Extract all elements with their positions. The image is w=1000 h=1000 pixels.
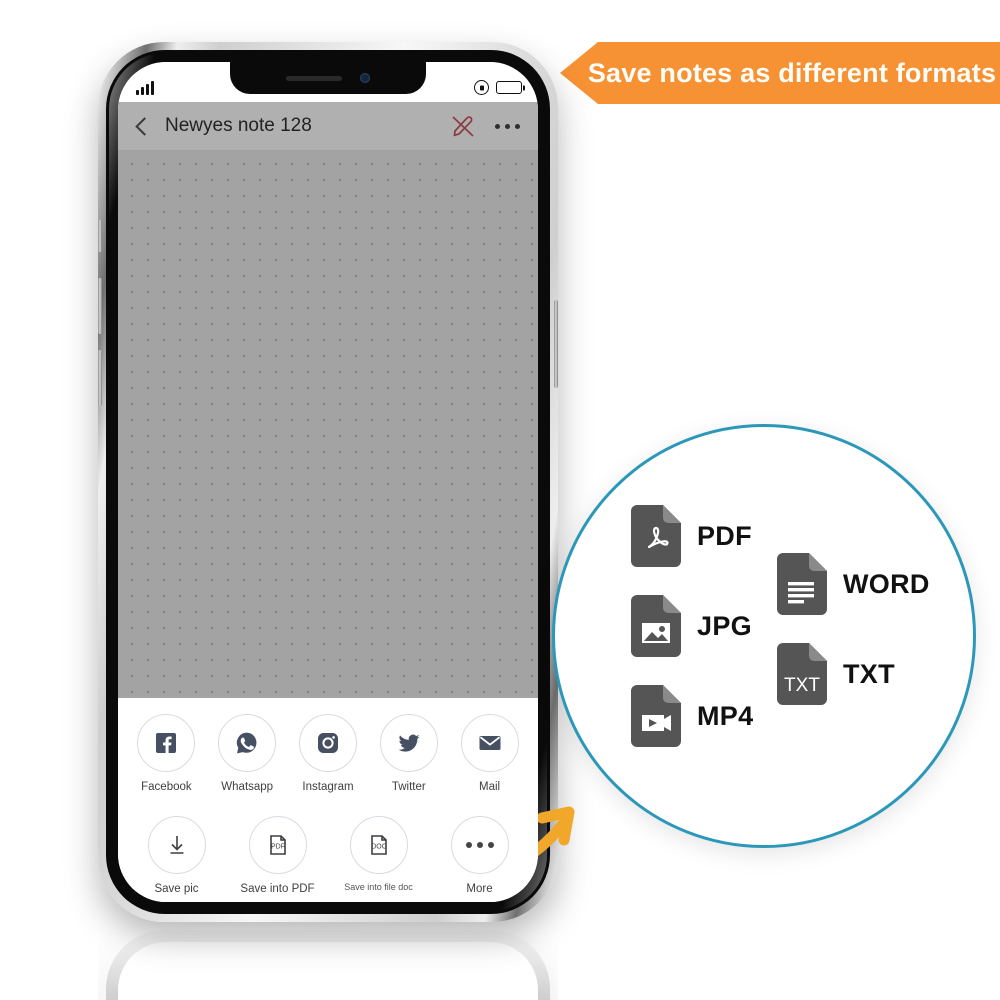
format-label: MP4 bbox=[697, 700, 754, 731]
txt-file-icon: TXT bbox=[773, 641, 831, 707]
save-into-doc-button[interactable]: DOC Save into file doc bbox=[342, 815, 416, 893]
earpiece-speaker-icon bbox=[286, 75, 342, 81]
image-file-icon bbox=[627, 593, 685, 659]
pdf-file-icon bbox=[627, 503, 685, 569]
svg-text:TXT: TXT bbox=[784, 675, 820, 696]
whatsapp-icon bbox=[218, 714, 277, 772]
note-title: Newyes note 128 bbox=[165, 115, 312, 136]
share-item-whatsapp[interactable]: Whatsapp bbox=[210, 714, 284, 794]
note-canvas[interactable] bbox=[118, 150, 538, 698]
share-targets-row: Facebook Whatsapp Instagram Twitter Mail bbox=[118, 714, 538, 794]
headline-banner: Save notes as different formats bbox=[560, 42, 1000, 104]
video-file-icon bbox=[627, 683, 685, 749]
phone-volume-down-button[interactable] bbox=[98, 350, 102, 406]
mail-icon bbox=[460, 714, 519, 772]
share-item-facebook[interactable]: Facebook bbox=[129, 714, 203, 794]
share-item-instagram[interactable]: Instagram bbox=[291, 714, 365, 794]
formats-callout: PDF JPG MP4 WORD TXT TXT bbox=[552, 424, 976, 848]
save-action-label: Save into PDF bbox=[240, 882, 315, 895]
headline-banner-text: Save notes as different formats bbox=[587, 57, 997, 88]
pen-crossed-out-icon[interactable] bbox=[449, 112, 477, 140]
save-action-label: Save into file doc bbox=[344, 881, 413, 892]
share-item-label: Instagram bbox=[302, 781, 354, 793]
instagram-icon bbox=[298, 714, 357, 772]
save-action-label: Save pic bbox=[154, 882, 199, 895]
save-actions-row: Save pic PDF Save into PDF DOC Save into… bbox=[118, 815, 538, 896]
format-item-txt: TXT TXT bbox=[773, 641, 895, 707]
rotation-lock-icon bbox=[474, 80, 489, 95]
format-label: WORD bbox=[843, 568, 930, 599]
format-item-pdf: PDF bbox=[627, 503, 752, 569]
share-item-label: Facebook bbox=[141, 781, 192, 793]
share-item-label: Mail bbox=[479, 781, 501, 793]
share-item-mail[interactable]: Mail bbox=[453, 714, 527, 794]
share-item-twitter[interactable]: Twitter bbox=[372, 714, 446, 794]
format-item-jpg: JPG bbox=[627, 593, 752, 659]
twitter-icon bbox=[379, 714, 438, 772]
app-header: Newyes note 128 bbox=[118, 102, 538, 150]
share-item-label: Twitter bbox=[391, 781, 426, 793]
download-icon bbox=[147, 815, 206, 874]
format-label: TXT bbox=[843, 658, 895, 689]
phone-mockup: 5:20 PM Newyes note 128 bbox=[98, 42, 558, 922]
more-dots-icon[interactable] bbox=[495, 123, 520, 129]
phone-reflection-body bbox=[98, 922, 558, 1000]
svg-text:PDF: PDF bbox=[271, 843, 285, 850]
share-item-label: Whatsapp bbox=[221, 781, 274, 793]
pdf-file-icon: PDF bbox=[248, 815, 307, 874]
battery-icon bbox=[496, 81, 522, 94]
save-into-pdf-button[interactable]: PDF Save into PDF bbox=[240, 815, 315, 896]
share-sheet: Facebook Whatsapp Instagram Twitter Mail… bbox=[118, 698, 538, 902]
phone-power-button[interactable] bbox=[554, 300, 558, 388]
phone-mute-switch[interactable] bbox=[98, 220, 102, 252]
format-item-word: WORD bbox=[773, 551, 930, 617]
word-file-icon bbox=[773, 551, 831, 617]
phone-reflection bbox=[98, 922, 558, 1000]
facebook-icon bbox=[137, 714, 196, 772]
back-chevron-icon[interactable] bbox=[135, 116, 154, 136]
format-label: JPG bbox=[697, 610, 752, 641]
phone-screen: 5:20 PM Newyes note 128 bbox=[118, 62, 538, 902]
format-label: PDF bbox=[697, 520, 752, 551]
doc-file-icon: DOC bbox=[349, 815, 408, 874]
svg-text:DOC: DOC bbox=[371, 843, 387, 850]
status-bar-indicators bbox=[474, 80, 522, 95]
more-options-button[interactable]: More bbox=[443, 815, 517, 896]
format-item-mp4: MP4 bbox=[627, 683, 753, 749]
save-pic-button[interactable]: Save pic bbox=[140, 815, 214, 896]
phone-notch bbox=[230, 62, 426, 94]
more-dots-icon bbox=[450, 815, 509, 874]
front-camera-icon bbox=[360, 73, 370, 83]
save-action-label: More bbox=[466, 882, 493, 895]
phone-volume-up-button[interactable] bbox=[98, 278, 102, 334]
